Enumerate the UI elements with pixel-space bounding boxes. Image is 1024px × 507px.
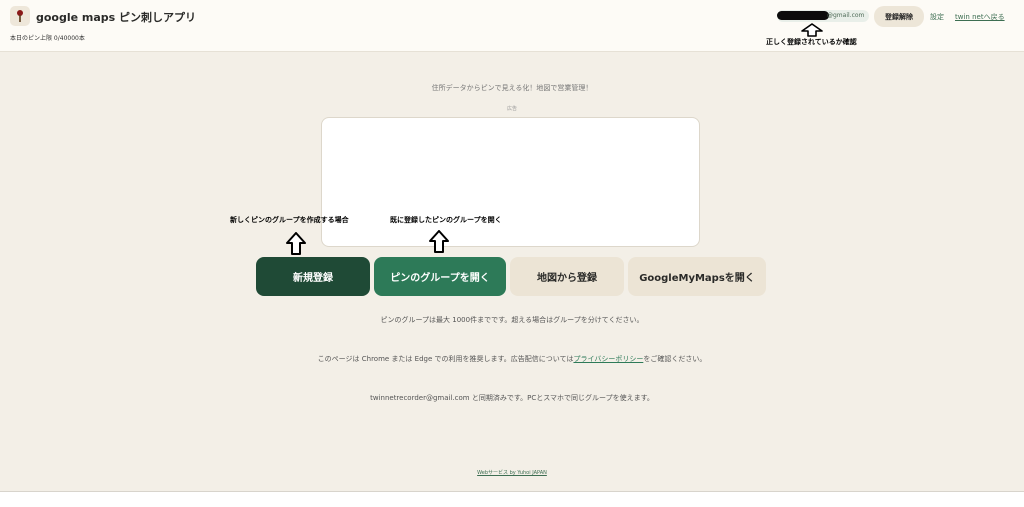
app-title: google maps ピン刺しアプリ [36,11,197,24]
register-from-map-button[interactable]: 地図から登録 [510,257,624,296]
open-pin-group-button[interactable]: ピンのグループを開く [374,257,506,296]
arrow-up-icon [429,230,449,253]
arrow-up-icon [801,23,823,37]
sync-status: twinnetrecorder@gmail.com と同期済みです。PCとスマホ… [370,394,654,402]
ad-slot[interactable] [321,117,700,247]
settings-link[interactable]: 設定 [930,12,944,22]
ad-label: 広告 [506,106,517,112]
open-google-my-maps-button[interactable]: GoogleMyMapsを開く [628,257,766,296]
pin-quota: 本日のピン上限 0/40000本 [10,35,85,42]
pin-icon [10,6,30,26]
account-email: @gmail.com [777,10,869,22]
app-header: google maps ピン刺しアプリ 本日のピン上限 0/40000本 @gm… [0,0,1024,52]
back-to-twinnet-link[interactable]: twin netへ戻る [955,12,1005,22]
arrow-up-icon [286,232,306,255]
unregister-button[interactable]: 登録解除 [874,6,924,27]
group-limit-note: ピンのグループは最大 1000件までです。超える場合はグループを分けてください。 [380,316,644,324]
bottom-strip [0,491,1024,507]
browser-note-tail: をご確認ください。 [643,355,707,363]
main-content: 住所データからピンで見える化！地図で営業管理！ 広告 新しくピンのグループを作成… [0,52,1024,491]
redacted-email [777,11,829,20]
browser-note: このページは Chrome または Edge での利用を推奨します。広告配信につ… [0,354,1024,364]
new-register-button[interactable]: 新規登録 [256,257,370,296]
footer-link[interactable]: Webサービス by Yuhoi JAPAN [0,469,1024,476]
email-domain: @gmail.com [827,12,865,19]
tagline: 住所データからピンで見える化！地図で営業管理！ [431,84,593,92]
new-group-annotation: 新しくピンのグループを作成する場合 [230,216,349,224]
privacy-policy-link[interactable]: プライバシーポリシー [573,355,643,363]
browser-note-text: このページは Chrome または Edge での利用を推奨します。広告配信につ… [317,355,574,363]
account-check-annotation: 正しく登録されているか確認 [766,38,857,46]
open-group-annotation: 既に登録したピンのグループを開く [390,216,502,224]
